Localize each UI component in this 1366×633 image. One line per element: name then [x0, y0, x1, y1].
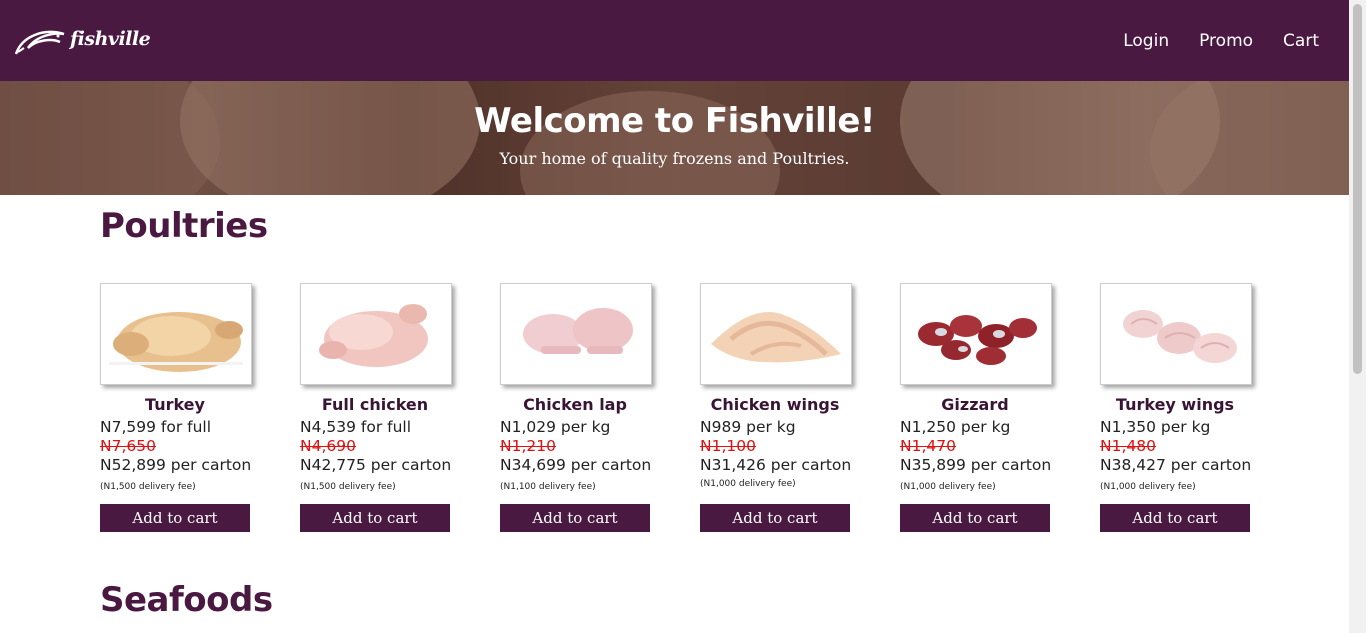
top-navbar: fishville Login Promo Cart — [0, 0, 1349, 81]
logo-text: fishville — [70, 28, 151, 50]
product-name: Turkey — [145, 395, 205, 414]
turkey-image[interactable] — [100, 283, 252, 385]
product-old-price: N1,470 — [900, 437, 956, 455]
product-price: N1,029 per kg — [500, 418, 611, 436]
turkey-wings-image[interactable] — [1100, 283, 1252, 385]
add-to-cart-button[interactable]: Add to cart — [500, 504, 650, 532]
nav-login-link[interactable]: Login — [1123, 30, 1169, 52]
product-card: Full chicken N4,539 for full N4,690 N42,… — [300, 283, 452, 532]
full-chicken-image[interactable] — [300, 283, 452, 385]
product-carton-price: N31,426 per carton (N1,000 delivery fee) — [700, 456, 860, 494]
product-card: Gizzard N1,250 per kg N1,470 N35,899 per… — [900, 283, 1052, 532]
product-card: Turkey N7,599 for full N7,650 N52,899 pe… — [100, 283, 252, 532]
product-name: Chicken lap — [523, 395, 627, 414]
gizzard-image[interactable] — [900, 283, 1052, 385]
product-carton-price: N52,899 per carton (N1,500 delivery fee) — [100, 456, 260, 497]
product-old-price: N1,100 — [700, 437, 756, 455]
carton-price-text: N35,899 per carton — [900, 456, 1052, 474]
add-to-cart-button[interactable]: Add to cart — [700, 504, 850, 532]
product-card: Turkey wings N1,350 per kg N1,480 N38,42… — [1100, 283, 1252, 532]
product-name: Full chicken — [321, 395, 429, 414]
product-carton-price: N35,899 per carton (N1,000 delivery fee) — [900, 456, 1060, 497]
product-carton-price: N42,775 per carton (N1,500 delivery fee) — [300, 456, 460, 497]
page-scrollbar[interactable] — [1349, 0, 1366, 633]
product-price: N4,539 for full — [300, 418, 412, 436]
product-name: Turkey wings — [1115, 395, 1235, 414]
product-price: N1,250 per kg — [900, 418, 1011, 436]
carton-price-text: N42,775 per carton — [300, 456, 452, 474]
fishville-logo[interactable]: fishville — [14, 22, 151, 58]
scrollbar-thumb[interactable] — [1353, 4, 1362, 374]
delivery-fee: (N1,000 delivery fee) — [700, 479, 796, 489]
product-old-price: N7,650 — [100, 437, 156, 455]
delivery-fee: (N1,500 delivery fee) — [100, 482, 196, 492]
product-card: Chicken lap N1,029 per kg N1,210 N34,699… — [500, 283, 652, 532]
delivery-fee: (N1,100 delivery fee) — [500, 482, 596, 492]
delivery-fee: (N1,000 delivery fee) — [1100, 482, 1196, 492]
hero-title: Welcome to Fishville! — [474, 101, 875, 141]
carton-price-text: N52,899 per carton — [100, 456, 252, 474]
nav-promo-link[interactable]: Promo — [1199, 30, 1253, 52]
main-nav: Login Promo Cart — [1123, 30, 1319, 52]
product-price: N989 per kg — [700, 418, 796, 436]
section-title-seafoods: Seafoods — [100, 580, 273, 620]
chicken-lap-image[interactable] — [500, 283, 652, 385]
carton-price-text: N34,699 per carton — [500, 456, 652, 474]
section-title-poultries: Poultries — [100, 206, 268, 246]
hero-banner: Welcome to Fishville! Your home of quali… — [0, 81, 1349, 195]
add-to-cart-button[interactable]: Add to cart — [300, 504, 450, 532]
product-old-price: N1,480 — [1100, 437, 1156, 455]
product-name: Gizzard — [941, 395, 1009, 414]
product-old-price: N1,210 — [500, 437, 556, 455]
product-name: Chicken wings — [710, 395, 840, 414]
nav-cart-link[interactable]: Cart — [1283, 30, 1319, 52]
fish-icon — [14, 30, 65, 55]
product-price: N7,599 for full — [100, 418, 212, 436]
delivery-fee: (N1,500 delivery fee) — [300, 482, 396, 492]
add-to-cart-button[interactable]: Add to cart — [100, 504, 250, 532]
product-carton-price: N38,427 per carton (N1,000 delivery fee) — [1100, 456, 1260, 497]
product-price: N1,350 per kg — [1100, 418, 1211, 436]
carton-price-text: N31,426 per carton — [700, 456, 852, 474]
product-card: Chicken wings N989 per kg N1,100 N31,426… — [700, 283, 852, 532]
product-carton-price: N34,699 per carton (N1,100 delivery fee) — [500, 456, 660, 497]
carton-price-text: N38,427 per carton — [1100, 456, 1252, 474]
product-old-price: N4,690 — [300, 437, 356, 455]
add-to-cart-button[interactable]: Add to cart — [1100, 504, 1250, 532]
hero-subtitle: Your home of quality frozens and Poultri… — [499, 149, 850, 168]
add-to-cart-button[interactable]: Add to cart — [900, 504, 1050, 532]
delivery-fee: (N1,000 delivery fee) — [900, 482, 996, 492]
chicken-wings-image[interactable] — [700, 283, 852, 385]
